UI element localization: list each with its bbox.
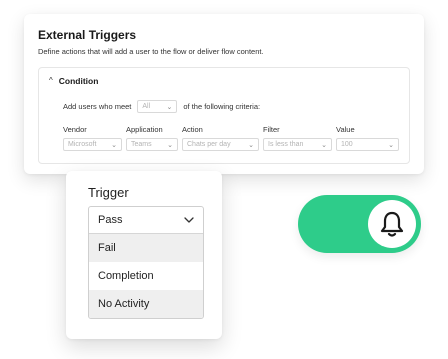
criteria-match-value: All (142, 103, 151, 110)
filter-label: Filter (263, 125, 280, 134)
condition-label: Condition (58, 76, 99, 86)
external-triggers-title: External Triggers (38, 28, 137, 42)
trigger-selected-value: Pass (98, 214, 123, 226)
trigger-option-completion[interactable]: Completion (89, 262, 203, 290)
vendor-select[interactable]: Microsoft ⌄ (63, 138, 122, 151)
chevron-down-icon: ⌄ (248, 141, 254, 149)
trigger-option-no-activity[interactable]: No Activity (89, 290, 203, 318)
action-value: Chats per day (187, 141, 231, 148)
chevron-down-icon: ⌄ (167, 141, 173, 149)
trigger-selected[interactable]: Pass (89, 207, 203, 234)
vendor-label: Vendor (63, 125, 87, 134)
value-label: Value (336, 125, 355, 134)
notification-toggle[interactable] (298, 195, 421, 253)
value-value: 100 (341, 141, 353, 148)
trigger-option-fail[interactable]: Fail (89, 234, 203, 262)
trigger-card: Trigger Pass Fail Completion No Activity (66, 171, 222, 339)
condition-panel: ^ Condition Add users who meet All ⌄ of … (38, 67, 410, 164)
application-label: Application (126, 125, 163, 134)
chevron-down-icon: ⌄ (321, 141, 327, 149)
filter-value: Is less than (268, 141, 304, 148)
criteria-match-select[interactable]: All ⌄ (137, 100, 178, 113)
value-select[interactable]: 100 ⌄ (336, 138, 399, 151)
condition-header[interactable]: ^ Condition (49, 76, 98, 86)
application-value: Teams (131, 141, 152, 148)
chevron-down-icon: ⌄ (166, 103, 173, 111)
action-select[interactable]: Chats per day ⌄ (182, 138, 259, 151)
filter-select[interactable]: Is less than ⌄ (263, 138, 332, 151)
vendor-value: Microsoft (68, 141, 97, 148)
toggle-knob[interactable] (368, 200, 416, 248)
chevron-down-icon: ⌄ (111, 141, 117, 149)
bell-icon (380, 211, 404, 237)
chevron-down-icon: ⌄ (388, 141, 394, 149)
chevron-down-icon (184, 217, 194, 223)
application-select[interactable]: Teams ⌄ (126, 138, 178, 151)
trigger-title: Trigger (88, 185, 129, 200)
criteria-suffix: of the following criteria: (183, 102, 261, 111)
external-triggers-card: External Triggers Define actions that wi… (24, 14, 424, 174)
trigger-dropdown[interactable]: Pass Fail Completion No Activity (88, 206, 204, 319)
action-label: Action (182, 125, 203, 134)
criteria-row: Add users who meet All ⌄ of the followin… (63, 100, 260, 113)
external-triggers-subtitle: Define actions that will add a user to t… (38, 47, 264, 56)
criteria-prefix: Add users who meet (63, 102, 132, 111)
caret-up-icon[interactable]: ^ (49, 77, 53, 85)
